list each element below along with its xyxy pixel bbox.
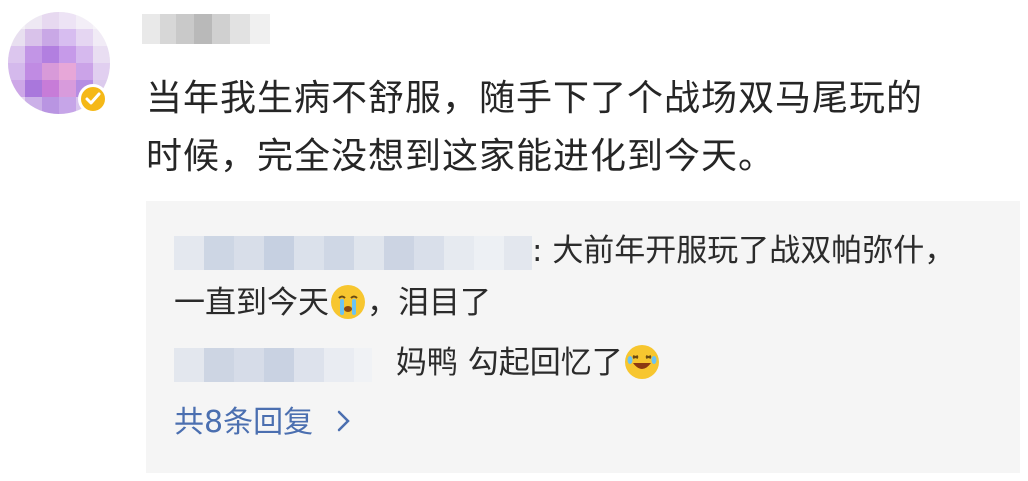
- reply-text-line-2b: ，泪目了: [367, 285, 491, 321]
- crying-face-icon: [331, 285, 365, 319]
- reply-separator: :: [532, 233, 553, 269]
- comment-item: 当年我生病不舒服，随手下了个战场双马尾玩的 时候，完全没想到这家能进化到今天。 …: [0, 0, 1028, 481]
- more-replies-label: 共8条回复: [174, 405, 314, 440]
- chevron-right-icon: [337, 402, 351, 446]
- reply-author-redacted[interactable]: [174, 235, 532, 270]
- comment-body: 当年我生病不舒服，随手下了个战场双马尾玩的 时候，完全没想到这家能进化到今天。: [146, 70, 1016, 186]
- reply-text-line-2a: 一直到今天: [174, 285, 329, 321]
- reply-item[interactable]: : 大前年开服玩了战双帕弥什， 一直到今天 ，泪目了: [174, 225, 1004, 329]
- comment-line-1: 当年我生病不舒服，随手下了个战场双马尾玩的: [146, 78, 924, 119]
- replies-preview[interactable]: : 大前年开服玩了战双帕弥什， 一直到今天 ，泪目了 妈鸭 勾起回忆了 共8条回…: [146, 201, 1020, 473]
- comment-line-2: 时候，完全没想到这家能进化到今天。: [146, 136, 776, 177]
- username-redacted[interactable]: [142, 14, 270, 44]
- reply-author-redacted[interactable]: [174, 347, 372, 382]
- reply-text-line-1: 大前年开服玩了战双帕弥什，: [552, 233, 956, 269]
- verified-badge-icon: [78, 84, 108, 114]
- view-all-replies-link[interactable]: 共8条回复: [174, 401, 351, 446]
- reply-text: 妈鸭 勾起回忆了: [395, 345, 623, 381]
- laughing-face-icon: [624, 345, 659, 379]
- reply-item[interactable]: 妈鸭 勾起回忆了: [174, 337, 661, 389]
